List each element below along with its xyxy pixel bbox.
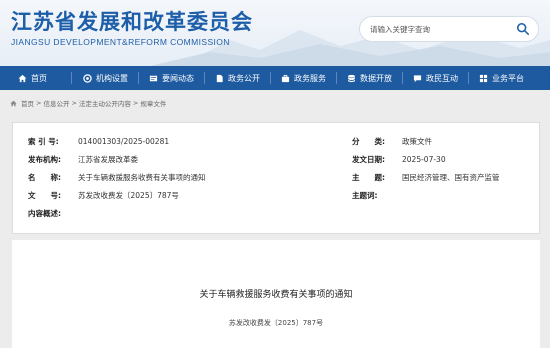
nav-item-label: 政务服务 (294, 73, 326, 83)
breadcrumb-separator: > (36, 99, 42, 107)
info-label: 分 类: (352, 136, 385, 146)
breadcrumb-home[interactable]: 首页 (21, 98, 34, 108)
breadcrumb-separator: > (132, 99, 139, 107)
nav-divider (336, 72, 337, 84)
nav-item-label: 政民互动 (426, 73, 458, 83)
nav-item-label: 要闻动态 (162, 73, 194, 83)
interaction-icon (413, 74, 422, 82)
nav-item-label: 数据开放 (360, 73, 392, 83)
breadcrumb-statutory[interactable]: 法定主动公开内容 (79, 98, 131, 108)
main-nav: 首页 机构设置 要闻动态 政务公开 政务服务 数据开放 政民互动 业务平台 (0, 66, 550, 90)
nav-divider (71, 72, 72, 84)
platform-icon (479, 74, 488, 82)
info-docno-row: 文 号: 苏发改收费发〔2025〕787号 (28, 189, 179, 201)
nav-item-data[interactable]: 数据开放 (347, 66, 392, 90)
nav-item-interaction[interactable]: 政民互动 (413, 66, 458, 90)
info-summary-row: 内容概述: (28, 207, 78, 219)
site-title: 江苏省发展和改革委员会 (11, 10, 253, 34)
info-label: 发布机构: (28, 154, 61, 164)
breadcrumb: 首页 > 信息公开 > 法定主动公开内容 > 规章文件 (10, 98, 166, 108)
info-date-row: 发文日期: 2025-07-30 (352, 153, 446, 165)
info-label: 索 引 号: (28, 136, 59, 146)
info-label: 发文日期: (352, 154, 385, 164)
nav-item-platform[interactable]: 业务平台 (479, 66, 524, 90)
info-label: 内容概述: (28, 208, 61, 218)
database-icon (348, 74, 355, 82)
nav-item-home[interactable]: 首页 (18, 66, 47, 90)
document-icon (216, 74, 223, 82)
nav-item-service[interactable]: 政务服务 (281, 66, 326, 90)
info-keywords-row: 主题词: (352, 189, 402, 201)
nav-divider (270, 72, 271, 84)
info-label: 主 题: (352, 172, 385, 182)
article-title: 关于车辆救援服务收费有关事项的通知 (199, 290, 353, 300)
search-icon[interactable] (516, 22, 530, 36)
site-header: 江苏省发展和改革委员会 JIANGSU DEVELOPMENT&REFORM C… (0, 0, 550, 66)
info-docno-value: 苏发改收费发〔2025〕787号 (78, 190, 179, 200)
article-body: 关于车辆救援服务收费有关事项的通知 苏发改收费发〔2025〕787号 (12, 240, 540, 348)
info-name-row: 名 称: 关于车辆救援服务收费有关事项的通知 (28, 171, 206, 183)
home-icon (10, 100, 17, 106)
nav-item-label: 机构设置 (96, 73, 128, 83)
site-subtitle: JIANGSU DEVELOPMENT&REFORM COMMISSION (11, 37, 230, 47)
home-icon (18, 74, 27, 82)
nav-divider (204, 72, 205, 84)
search-input[interactable] (370, 22, 510, 36)
breadcrumb-info-open[interactable]: 信息公开 (43, 98, 69, 108)
info-date-value: 2025-07-30 (402, 154, 446, 164)
info-category-value: 政策文件 (402, 136, 432, 146)
info-label: 文 号: (28, 190, 61, 200)
info-label: 名 称: (28, 172, 61, 182)
info-issuer-row: 发布机构: 江苏省发展改革委 (28, 153, 138, 165)
news-icon (149, 75, 158, 81)
document-info-panel: 索 引 号: 014001303/2025-00281 分 类: 政策文件 发布… (12, 122, 540, 234)
info-name-value: 关于车辆救援服务收费有关事项的通知 (78, 172, 206, 182)
article-doc-number: 苏发改收费发〔2025〕787号 (228, 319, 324, 327)
nav-item-label: 首页 (31, 73, 47, 83)
breadcrumb-separator: > (71, 99, 77, 107)
nav-divider (402, 72, 403, 84)
org-icon (83, 73, 92, 83)
service-icon (281, 74, 290, 82)
info-label: 主题词: (352, 190, 378, 200)
info-topic-row: 主 题: 国民经济管理、国有资产监管 (352, 171, 500, 183)
nav-item-label: 业务平台 (492, 73, 524, 83)
info-category-row: 分 类: 政策文件 (352, 135, 432, 147)
breadcrumb-regulations[interactable]: 规章文件 (140, 98, 166, 108)
nav-item-news[interactable]: 要闻动态 (149, 66, 194, 90)
nav-divider (138, 72, 139, 84)
info-index-value: 014001303/2025-00281 (78, 136, 170, 146)
nav-item-gov-open[interactable]: 政务公开 (215, 66, 260, 90)
info-topic-value: 国民经济管理、国有资产监管 (402, 172, 500, 182)
search-box (359, 16, 539, 42)
info-index-row: 索 引 号: 014001303/2025-00281 (28, 135, 169, 147)
info-issuer-value: 江苏省发展改革委 (78, 154, 138, 164)
nav-divider (468, 72, 469, 84)
nav-item-label: 政务公开 (228, 73, 260, 83)
nav-item-org[interactable]: 机构设置 (83, 66, 128, 90)
